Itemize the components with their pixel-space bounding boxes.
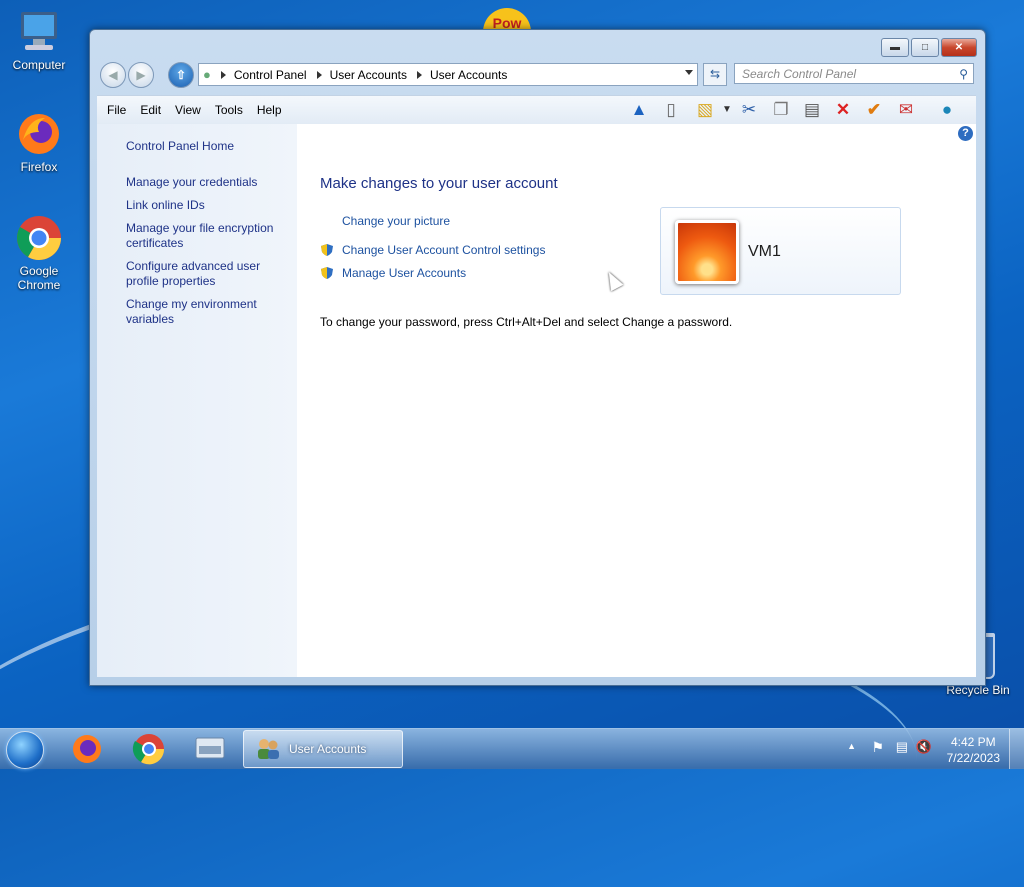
delete-icon[interactable]: ✕ [831, 98, 855, 122]
account-picture[interactable] [675, 220, 739, 284]
maximize-button[interactable]: □ [911, 38, 939, 57]
navigation-bar: ◀ ▶ ⇧ ● Control Panel User Accounts User… [98, 62, 976, 88]
toolbar-dropdown-icon[interactable]: ▼ [715, 98, 739, 122]
breadcrumb-user-accounts-current[interactable]: User Accounts [430, 68, 507, 82]
search-placeholder: Search Control Panel [742, 67, 857, 81]
search-icon[interactable]: ⚲ [959, 64, 968, 85]
copy-icon[interactable]: ❐ [769, 98, 793, 122]
checkmark-icon[interactable]: ✔ [862, 98, 886, 122]
paste-icon[interactable]: ▤ [800, 98, 824, 122]
refresh-button[interactable]: ⇆ [703, 63, 727, 86]
desktop-icon-label: Google Chrome [17, 264, 61, 292]
desktop-icon-computer[interactable]: Computer [1, 8, 77, 72]
email-icon[interactable]: ✉ [894, 98, 918, 122]
environment-variables-link[interactable]: Change my environment variables [126, 297, 286, 327]
address-dropdown-icon[interactable] [685, 70, 693, 75]
menu-edit[interactable]: Edit [140, 103, 161, 117]
forward-button[interactable]: ▶ [128, 62, 154, 88]
desktop-icon-firefox[interactable]: Firefox [1, 110, 77, 174]
firefox-icon [15, 110, 63, 158]
clock-time: 4:42 PM [950, 735, 996, 749]
firefox-icon [73, 735, 101, 763]
menu-view[interactable]: View [175, 103, 201, 117]
desktop-icon-label: Computer [12, 58, 66, 72]
clock[interactable]: 4:42 PM 7/22/2023 [947, 734, 1000, 766]
breadcrumb-separator-icon [416, 70, 422, 79]
action-center-flag-icon[interactable]: ⚑ [871, 739, 884, 756]
caption-buttons: ▬ □ ✕ [879, 38, 977, 57]
advanced-profile-properties-link[interactable]: Configure advanced user profile properti… [126, 259, 286, 289]
keyboard-icon [195, 737, 225, 759]
search-input[interactable]: Search Control Panel ⚲ [734, 63, 974, 84]
clock-date: 7/22/2023 [946, 751, 1000, 765]
link-online-ids-link[interactable]: Link online IDs [126, 198, 286, 213]
menu-bar: File Edit View Tools Help ▲ ▯ ▧ ▼ ✂ ❐ ▤ … [97, 95, 976, 125]
network-icon[interactable]: ▤ [896, 739, 908, 755]
shield-icon [321, 244, 333, 256]
breadcrumb-control-panel[interactable]: Control Panel [234, 68, 307, 82]
uac-settings-link[interactable]: Change User Account Control settings [342, 243, 545, 257]
volume-muted-icon[interactable]: 🔇 [916, 739, 932, 755]
taskbar-keyboard[interactable] [188, 732, 234, 766]
toolbar-folder-icon[interactable]: ▧ [693, 98, 717, 122]
taskbar-user-accounts[interactable]: User Accounts [243, 730, 403, 768]
task-pane: Control Panel Home Manage your credentia… [97, 124, 297, 677]
menu-help[interactable]: Help [257, 103, 282, 117]
computer-icon [15, 8, 63, 56]
menu-file[interactable]: File [107, 103, 126, 117]
change-picture-link[interactable]: Change your picture [342, 214, 450, 228]
user-accounts-window: ▬ □ ✕ ◀ ▶ ⇧ ● Control Panel User Account… [89, 29, 986, 686]
menu-tools[interactable]: Tools [215, 103, 243, 117]
breadcrumb-separator-icon [316, 70, 322, 79]
taskbar: User Accounts ▲ ⚑ ▤ 🔇 4:42 PM 7/22/2023 [0, 728, 1024, 769]
content-area: Control Panel Home Manage your credentia… [97, 124, 976, 677]
password-note: To change your password, press Ctrl+Alt+… [320, 315, 733, 329]
file-encryption-certificates-link[interactable]: Manage your file encryption certificates [126, 221, 286, 251]
back-button[interactable]: ◀ [100, 62, 126, 88]
toolbar-up-icon[interactable]: ▲ [627, 98, 651, 122]
help-icon[interactable]: ? [958, 126, 973, 141]
minimize-button[interactable]: ▬ [881, 38, 909, 57]
chrome-icon [15, 214, 63, 262]
desktop-icon-label: Firefox [20, 160, 58, 174]
close-button[interactable]: ✕ [941, 38, 977, 57]
control-panel-home-link[interactable]: Control Panel Home [126, 139, 286, 154]
breadcrumb-separator-icon [220, 70, 226, 79]
user-accounts-icon: ● [203, 67, 211, 82]
globe-icon[interactable]: ● [935, 98, 959, 122]
taskbar-app-label: User Accounts [289, 742, 367, 756]
users-icon [258, 739, 279, 759]
desktop-icon-chrome[interactable]: Google Chrome [1, 214, 77, 292]
taskbar-firefox[interactable] [64, 732, 110, 766]
taskbar-chrome[interactable] [126, 732, 172, 766]
breadcrumb-user-accounts[interactable]: User Accounts [330, 68, 407, 82]
show-hidden-icons-icon[interactable]: ▲ [847, 741, 856, 751]
shield-icon [321, 267, 333, 279]
start-button[interactable] [6, 731, 44, 769]
show-desktop-button[interactable] [1009, 729, 1024, 769]
address-bar[interactable]: ● Control Panel User Accounts User Accou… [198, 63, 698, 86]
page-title: Make changes to your user account [320, 175, 558, 192]
manage-user-accounts-link[interactable]: Manage User Accounts [342, 266, 466, 280]
chrome-icon [132, 734, 165, 765]
toolbar-pane-icon[interactable]: ▯ [659, 98, 683, 122]
account-tile: VM1 [660, 207, 901, 295]
cut-icon[interactable]: ✂ [737, 98, 761, 122]
up-button[interactable]: ⇧ [168, 62, 194, 88]
manage-credentials-link[interactable]: Manage your credentials [126, 175, 286, 190]
account-name: VM1 [748, 243, 781, 260]
